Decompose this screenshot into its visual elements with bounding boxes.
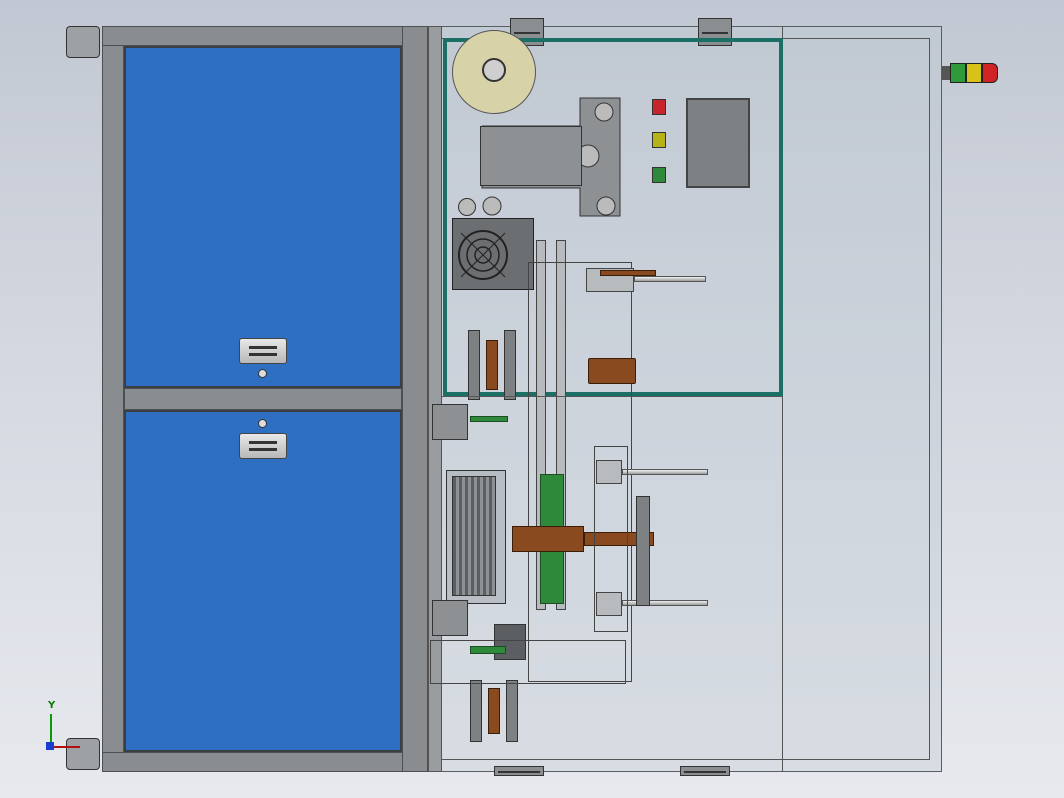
upper-door-lock[interactable] bbox=[258, 369, 267, 378]
frame-left-post bbox=[102, 26, 124, 772]
vertical-actuator-1 bbox=[468, 330, 480, 400]
machine-assembly: Y bbox=[0, 0, 1064, 798]
upper-cylinder-rod bbox=[634, 276, 706, 282]
hinge-bottom-2 bbox=[680, 766, 730, 776]
vertical-actuator-3 bbox=[504, 330, 516, 400]
vertical-actuator-2 bbox=[486, 340, 498, 390]
lower-actuator-3 bbox=[506, 680, 518, 742]
lower-door-handle[interactable] bbox=[239, 433, 287, 459]
edge-block-1 bbox=[432, 404, 468, 440]
lower-frame-outline bbox=[430, 640, 626, 684]
coordinate-triad: Y bbox=[40, 700, 100, 760]
x-axis-icon bbox=[50, 746, 80, 748]
edge-green-1 bbox=[470, 416, 508, 422]
frame-top-beam bbox=[102, 26, 428, 46]
run-indicator-light[interactable] bbox=[652, 167, 666, 183]
plate-bolt-3 bbox=[596, 196, 616, 216]
hmi-screen[interactable] bbox=[686, 98, 750, 188]
z-axis-icon bbox=[46, 742, 54, 750]
frame-bottom-beam bbox=[102, 752, 428, 772]
cabinet-door-upper[interactable] bbox=[124, 46, 402, 388]
signal-yellow-icon bbox=[966, 63, 982, 83]
side-rod-upper bbox=[622, 469, 708, 475]
plate-bolt-left bbox=[458, 198, 476, 216]
cooling-fan bbox=[452, 218, 534, 290]
plate-arm bbox=[480, 126, 582, 186]
frame-middle-post bbox=[402, 26, 428, 772]
upper-bracket bbox=[600, 270, 656, 276]
fan-grill-icon bbox=[458, 230, 508, 280]
side-frame bbox=[594, 446, 628, 632]
lower-door-lock[interactable] bbox=[258, 419, 267, 428]
signal-tower bbox=[942, 62, 998, 84]
signal-red-icon bbox=[982, 63, 998, 83]
signal-green-icon bbox=[950, 63, 966, 83]
plate-bolt-1 bbox=[594, 102, 614, 122]
panel-bottom-line bbox=[442, 396, 782, 397]
right-clamp bbox=[636, 496, 650, 606]
plate-bolt-4 bbox=[482, 196, 502, 216]
hinge-bottom-1 bbox=[494, 766, 544, 776]
lower-actuator-2 bbox=[488, 688, 500, 734]
upper-door-handle[interactable] bbox=[239, 338, 287, 364]
warning-indicator-light[interactable] bbox=[652, 132, 666, 148]
caster-top-left bbox=[66, 26, 100, 58]
side-rod-lower bbox=[622, 600, 708, 606]
center-bronze-block bbox=[512, 526, 584, 552]
roller bbox=[452, 476, 496, 596]
y-axis-label: Y bbox=[48, 700, 56, 711]
sensor-block bbox=[588, 358, 636, 384]
reel-hub bbox=[482, 58, 506, 82]
edge-block-2 bbox=[432, 600, 468, 636]
stop-indicator-light[interactable] bbox=[652, 99, 666, 115]
cabinet-door-lower[interactable] bbox=[124, 410, 402, 752]
lower-actuator-1 bbox=[470, 680, 482, 742]
frame-middle-beam bbox=[124, 388, 402, 410]
signal-tower-base bbox=[942, 66, 950, 80]
